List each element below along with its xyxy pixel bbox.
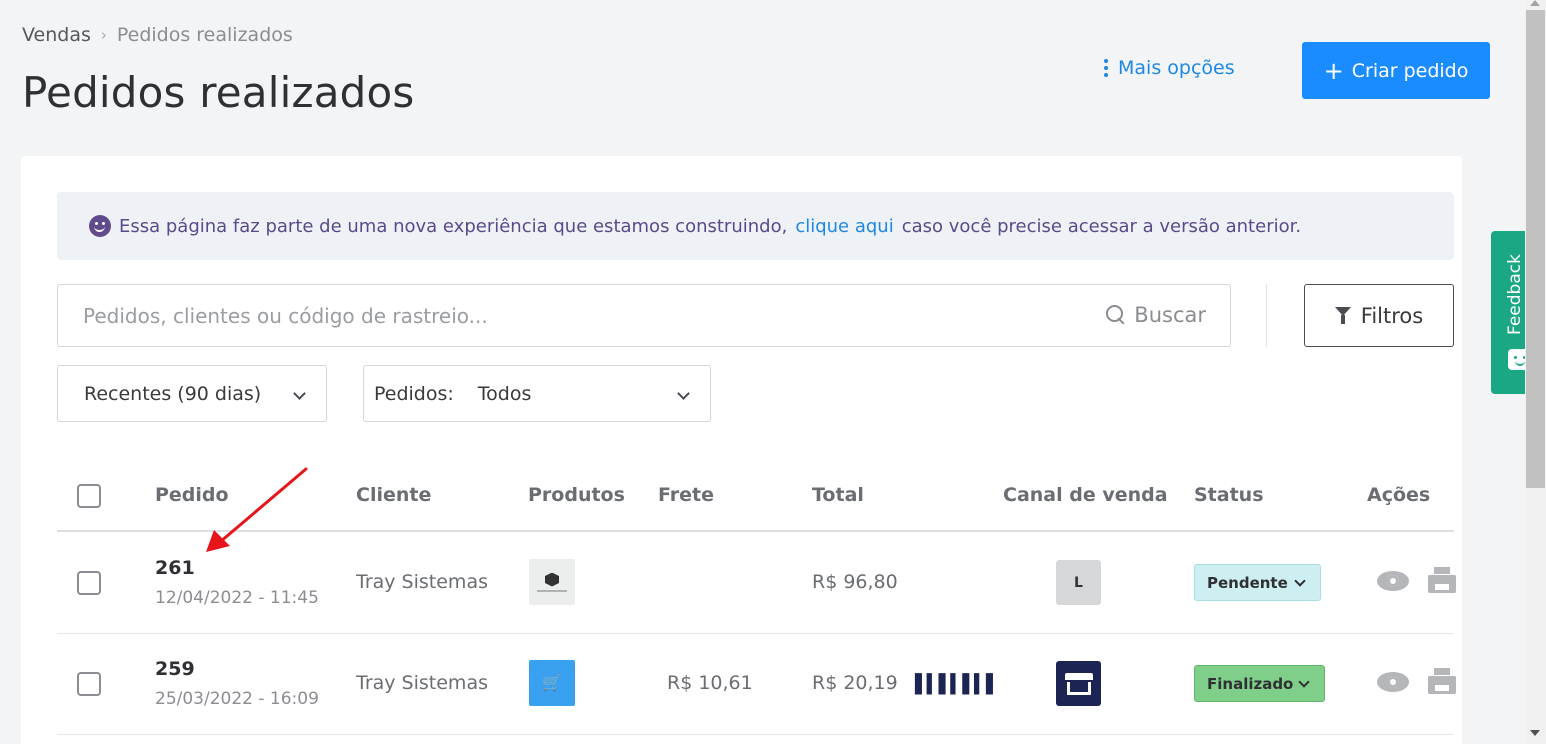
notice-text-before: Essa página faz parte de uma nova experi… bbox=[119, 215, 788, 237]
column-header-total[interactable]: Total bbox=[812, 484, 864, 506]
cart-icon: 🛒 bbox=[542, 672, 562, 692]
period-select-value: Recentes (90 dias) bbox=[84, 382, 262, 405]
order-total: R$ 20,19 bbox=[812, 672, 898, 694]
view-order-eye-icon[interactable] bbox=[1377, 571, 1409, 591]
period-select[interactable]: Recentes (90 dias) bbox=[57, 365, 327, 422]
search-input[interactable] bbox=[58, 285, 1058, 346]
store-icon bbox=[1064, 672, 1093, 695]
orders-select-label: Pedidos: bbox=[374, 382, 454, 405]
order-date: 12/04/2022 - 11:45 bbox=[155, 588, 319, 608]
plus-icon: + bbox=[1323, 56, 1344, 85]
notice-text-after: caso você precise acessar a versão anter… bbox=[901, 215, 1302, 237]
barcode-icon[interactable]: ▌▍▌▍▌▍▌ bbox=[915, 674, 1000, 695]
page-scrollbar[interactable] bbox=[1525, 0, 1546, 744]
status-label: Finalizado bbox=[1207, 674, 1294, 693]
status-label: Pendente bbox=[1207, 573, 1288, 592]
column-header-canal[interactable]: Canal de venda bbox=[1003, 484, 1168, 506]
scrollbar-thumb[interactable] bbox=[1526, 10, 1545, 488]
row-checkbox[interactable] bbox=[77, 672, 101, 696]
order-shipping: R$ 10,61 bbox=[667, 672, 753, 694]
column-header-cliente[interactable]: Cliente bbox=[356, 484, 431, 506]
create-order-button[interactable]: + Criar pedido bbox=[1302, 42, 1490, 99]
breadcrumb: Vendas › Pedidos realizados bbox=[22, 24, 293, 46]
table-row[interactable]: 259 25/03/2022 - 16:09 Tray Sistemas 🛒 R… bbox=[57, 634, 1456, 735]
column-header-status[interactable]: Status bbox=[1194, 484, 1264, 506]
product-thumbnail[interactable]: 🛒 bbox=[529, 660, 575, 706]
toolbar-divider bbox=[1266, 284, 1267, 347]
breadcrumb-current: Pedidos realizados bbox=[116, 24, 293, 46]
table-row[interactable]: 261 12/04/2022 - 11:45 Tray Sistemas R$ … bbox=[57, 533, 1456, 634]
filter-icon bbox=[1334, 306, 1351, 325]
order-total: R$ 96,80 bbox=[812, 571, 898, 593]
sales-channel-badge bbox=[1056, 661, 1101, 706]
product-logo-bar bbox=[537, 589, 567, 592]
order-number[interactable]: 261 bbox=[155, 557, 195, 579]
sales-channel-letter: L bbox=[1074, 574, 1083, 591]
table-header: Pedido Cliente Produtos Frete Total Cana… bbox=[57, 464, 1454, 532]
status-dropdown[interactable]: Finalizado bbox=[1194, 665, 1325, 702]
filters-label: Filtros bbox=[1360, 303, 1424, 328]
smile-icon bbox=[89, 215, 111, 237]
product-thumbnail[interactable] bbox=[529, 559, 575, 605]
orders-type-select[interactable]: Pedidos: Todos bbox=[363, 365, 711, 422]
kebab-icon bbox=[1104, 59, 1108, 77]
orders-select-value: Todos bbox=[477, 382, 532, 405]
product-logo-icon bbox=[545, 572, 559, 587]
feedback-label: Feedback bbox=[1505, 254, 1525, 335]
print-order-printer-icon[interactable] bbox=[1428, 668, 1456, 694]
select-all-checkbox[interactable] bbox=[77, 484, 101, 508]
order-client: Tray Sistemas bbox=[356, 672, 488, 694]
chevron-down-icon bbox=[1298, 676, 1310, 688]
search-button-label: Buscar bbox=[1134, 303, 1206, 327]
more-options-button[interactable]: Mais opções bbox=[1104, 57, 1235, 79]
column-header-acoes: Ações bbox=[1367, 484, 1431, 506]
order-client: Tray Sistemas bbox=[356, 571, 488, 593]
search-box: Buscar bbox=[57, 284, 1231, 347]
view-order-eye-icon[interactable] bbox=[1377, 672, 1409, 692]
column-header-frete[interactable]: Frete bbox=[658, 484, 714, 506]
more-options-label: Mais opções bbox=[1118, 57, 1235, 79]
column-header-produtos: Produtos bbox=[528, 484, 625, 506]
notice-link[interactable]: clique aqui bbox=[795, 216, 893, 237]
orders-card: Essa página faz parte de uma nova experi… bbox=[21, 156, 1462, 744]
print-order-printer-icon[interactable] bbox=[1428, 567, 1456, 593]
new-experience-notice: Essa página faz parte de uma nova experi… bbox=[57, 192, 1454, 260]
breadcrumb-vendas[interactable]: Vendas bbox=[22, 24, 91, 46]
page-title: Pedidos realizados bbox=[22, 68, 415, 117]
search-button[interactable]: Buscar bbox=[1106, 303, 1206, 327]
row-checkbox[interactable] bbox=[77, 571, 101, 595]
sales-channel-badge: L bbox=[1056, 560, 1101, 605]
order-number[interactable]: 259 bbox=[155, 658, 195, 680]
search-icon bbox=[1106, 305, 1126, 325]
scroll-down-arrow-icon[interactable] bbox=[1530, 730, 1540, 736]
order-date: 25/03/2022 - 16:09 bbox=[155, 689, 319, 709]
chevron-down-icon bbox=[293, 387, 306, 400]
chevron-down-icon bbox=[677, 387, 690, 400]
column-header-pedido[interactable]: Pedido bbox=[155, 484, 229, 506]
scroll-up-arrow-icon[interactable] bbox=[1530, 0, 1540, 6]
breadcrumb-separator: › bbox=[100, 26, 107, 44]
create-order-label: Criar pedido bbox=[1351, 59, 1469, 82]
chevron-down-icon bbox=[1294, 575, 1306, 587]
filters-button[interactable]: Filtros bbox=[1304, 284, 1454, 347]
status-dropdown[interactable]: Pendente bbox=[1194, 564, 1321, 601]
